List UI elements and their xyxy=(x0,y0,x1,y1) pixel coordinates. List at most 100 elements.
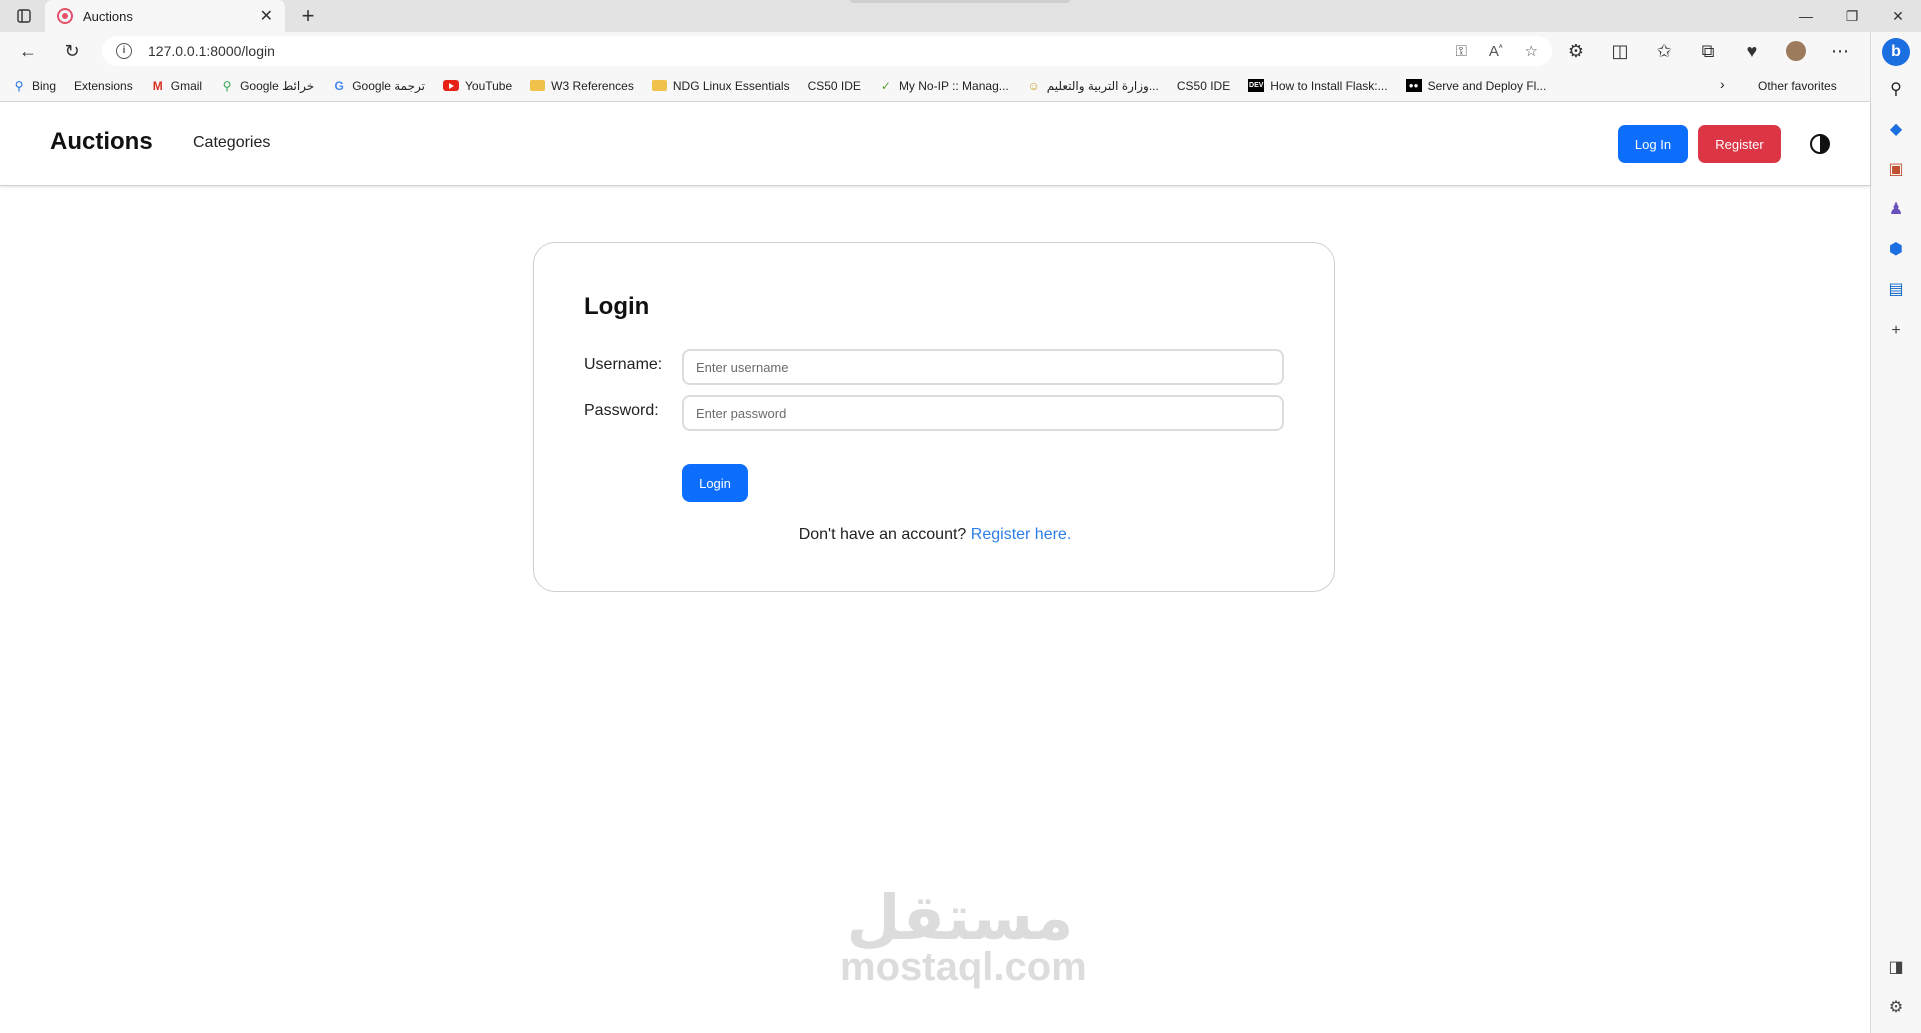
profile-avatar[interactable] xyxy=(1780,35,1812,67)
theme-toggle-icon[interactable] xyxy=(1810,134,1830,154)
tab-strip: Auctions ✕ + — ❐ ✕ xyxy=(0,0,1921,32)
favorite-star-icon[interactable]: ☆ xyxy=(1525,42,1538,60)
nav-categories-link[interactable]: Categories xyxy=(193,134,270,152)
tab-auctions[interactable]: Auctions ✕ xyxy=(45,0,285,32)
refresh-button[interactable]: ↻ xyxy=(56,35,88,67)
read-aloud-icon[interactable]: Aᴬ xyxy=(1489,43,1503,60)
gmail-icon: M xyxy=(152,78,163,93)
bookmark-install-flask[interactable]: DEV How to Install Flask:... xyxy=(1248,78,1388,93)
register-here-link[interactable]: Register here. xyxy=(971,526,1072,543)
bookmark-google-translate[interactable]: G Google ترجمة xyxy=(332,79,425,93)
search-icon: ⚲ xyxy=(14,78,24,93)
nav-login-button[interactable]: Log In xyxy=(1618,125,1688,163)
split-screen-icon[interactable]: ◫ xyxy=(1604,35,1636,67)
bookmark-no-ip[interactable]: ✓ My No-IP :: Manag... xyxy=(879,79,1009,93)
bookmark-label: CS50 IDE xyxy=(807,78,861,93)
bookmark-deploy-flask[interactable]: ●● Serve and Deploy Fl... xyxy=(1405,78,1547,93)
search-icon[interactable]: ⚲ xyxy=(1883,76,1909,102)
sidebar-toggle-icon[interactable]: ◨ xyxy=(1883,954,1909,980)
translate-icon: G xyxy=(334,78,344,93)
outlook-icon[interactable]: ▤ xyxy=(1883,276,1909,302)
add-icon[interactable]: + xyxy=(1883,318,1909,344)
site-favicon-icon xyxy=(57,8,73,24)
bookmark-gmail[interactable]: M Gmail xyxy=(151,79,202,93)
bookmark-w3-references[interactable]: W3 References xyxy=(530,79,634,93)
bookmark-cs50-ide[interactable]: CS50 IDE xyxy=(0,78,861,186)
bookmark-label: Extensions xyxy=(74,78,133,93)
window-drag-handle[interactable] xyxy=(850,0,1070,3)
microsoft-365-icon[interactable]: ⬢ xyxy=(1883,236,1909,262)
minimize-button[interactable]: — xyxy=(1783,0,1829,32)
tools-briefcase-icon[interactable]: ▣ xyxy=(1883,156,1909,182)
address-bar[interactable]: i 127.0.0.1:8000/login ⚿ Aᴬ ☆ xyxy=(102,36,1552,66)
tab-actions-icon xyxy=(17,9,31,23)
bookmark-label: Serve and Deploy Fl... xyxy=(1427,78,1547,93)
bookmark-label: How to Install Flask:... xyxy=(1270,78,1388,93)
close-tab-icon[interactable]: ✕ xyxy=(260,6,273,26)
performance-icon[interactable]: ♥ xyxy=(1736,35,1768,67)
bookmark-label: W3 References xyxy=(551,78,634,93)
folder-icon xyxy=(651,80,667,91)
watermark-arabic: مستقل xyxy=(846,881,1074,954)
medium-icon: ●● xyxy=(1405,79,1422,92)
brand-logo[interactable]: Auctions xyxy=(50,128,153,156)
noip-icon: ✓ xyxy=(880,78,891,93)
restore-button[interactable]: ❐ xyxy=(1829,0,1875,32)
dev-icon: DEV xyxy=(1248,79,1265,92)
bookmark-ndg-linux[interactable]: NDG Linux Essentials xyxy=(651,78,790,93)
mostaql-watermark: مستقل mostaql.com xyxy=(840,881,1087,990)
new-tab-button[interactable]: + xyxy=(296,3,320,28)
bookmark-ministry[interactable]: ☺ وزارة التربية والتعليم... xyxy=(1027,79,1159,93)
edge-sidebar: ⚲ ◆ ▣ ♟ ⬢ ▤ + ◨ ⚙ xyxy=(1870,32,1921,1033)
bookmark-extensions[interactable]: Extensions xyxy=(0,78,133,186)
map-pin-icon: ⚲ xyxy=(222,78,232,93)
settings-gear-icon[interactable]: ⚙ xyxy=(1883,994,1909,1020)
bookmark-label: Bing xyxy=(32,78,57,93)
password-label: Password: xyxy=(584,402,659,419)
watermark-latin: mostaql.com xyxy=(840,945,1087,989)
back-button[interactable]: ← xyxy=(12,35,44,67)
password-input[interactable] xyxy=(682,395,1284,431)
key-icon[interactable]: ⚿ xyxy=(1455,43,1466,60)
bookmark-label: وزارة التربية والتعليم... xyxy=(1046,78,1159,93)
extensions-icon[interactable]: ⚙ xyxy=(1560,35,1592,67)
close-window-button[interactable]: ✕ xyxy=(1875,0,1921,32)
bookmark-label: Google خرائط xyxy=(240,78,315,93)
bookmark-label: YouTube xyxy=(465,78,513,93)
ministry-icon: ☺ xyxy=(1027,78,1040,93)
bookmark-other-favorites[interactable]: Other favorites xyxy=(1752,70,1837,102)
favorites-icon[interactable]: ✩ xyxy=(1648,35,1680,67)
bookmark-google-maps[interactable]: ⚲ Google خرائط xyxy=(220,78,315,93)
games-icon[interactable]: ♟ xyxy=(1883,196,1909,222)
tab-actions-button[interactable] xyxy=(12,6,36,26)
bookmark-label: My No-IP :: Manag... xyxy=(898,78,1009,93)
username-input[interactable] xyxy=(682,349,1284,385)
toolbar-right-tools: ⚙ ◫ ✩ ⧉ ♥ ⋯ xyxy=(1560,32,1856,70)
site-info-icon[interactable]: i xyxy=(116,43,132,59)
bookmark-label: NDG Linux Essentials xyxy=(672,78,790,93)
bookmark-label: Gmail xyxy=(170,78,203,93)
browser-toolbar: ← ↻ i 127.0.0.1:8000/login ⚿ Aᴬ ☆ ⚙ ◫ ✩ … xyxy=(0,32,1870,70)
folder-icon xyxy=(530,80,546,91)
shopping-tag-icon[interactable]: ◆ xyxy=(1883,116,1909,142)
login-submit-button[interactable]: Login xyxy=(682,464,748,502)
bookmarks-bar: ⚲ Bing Extensions M Gmail ⚲ Google خرائط GG… xyxy=(0,70,1870,186)
login-heading: Login xyxy=(584,293,650,320)
bing-copilot-icon[interactable]: b xyxy=(1882,38,1910,66)
browser-chrome: Auctions ✕ + — ❐ ✕ ← ↻ i 127.0.0.1:8000/… xyxy=(0,0,1921,186)
url-text: 127.0.0.1:8000/login xyxy=(148,43,275,59)
bookmark-label: Google ترجمة xyxy=(352,78,425,93)
collections-icon[interactable]: ⧉ xyxy=(1692,35,1724,67)
bookmark-label: CS50 IDE xyxy=(1176,78,1231,93)
chevron-right-icon[interactable]: › xyxy=(1720,76,1725,92)
bookmark-bing[interactable]: ⚲ Bing xyxy=(12,79,56,93)
register-prompt-text: Don't have an account? xyxy=(798,526,967,543)
username-label: Username: xyxy=(584,356,663,373)
login-card: Login Username: Password: Login Don't ha… xyxy=(533,242,1335,592)
nav-register-button[interactable]: Register xyxy=(1698,125,1781,163)
bookmark-youtube[interactable]: YouTube xyxy=(443,79,512,93)
youtube-icon xyxy=(443,80,459,91)
more-options-icon[interactable]: ⋯ xyxy=(1824,35,1856,67)
bookmark-cs50-ide-2[interactable]: CS50 IDE xyxy=(0,78,1231,186)
bookmark-label: Other favorites xyxy=(1758,79,1837,93)
